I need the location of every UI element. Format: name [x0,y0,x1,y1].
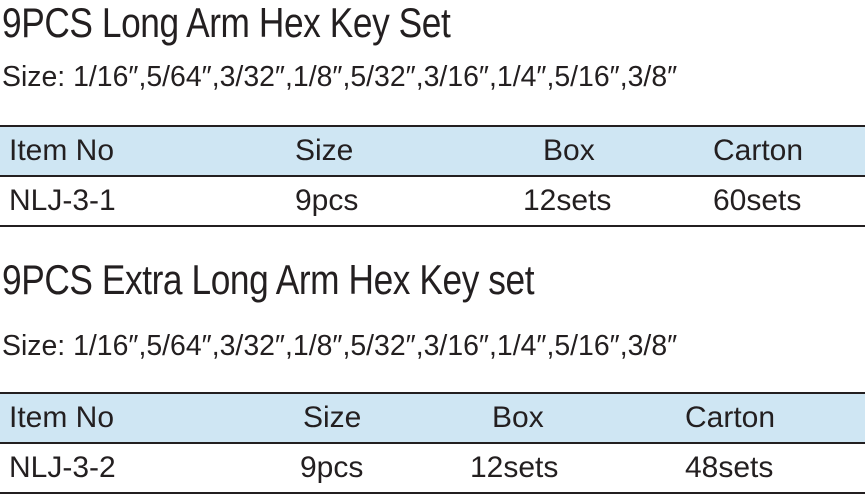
section-1-table: Item No Size Box Carton NLJ-3-1 9pcs 12s… [0,125,865,227]
header-size: Size [295,134,354,167]
header-carton: Carton [685,401,776,434]
cell-size: 9pcs [295,184,359,217]
header-box: Box [543,134,595,167]
header-box: Box [492,401,544,434]
section-1-sizes: Size: 1/16″,5/64″,3/32″,1/8″,5/32″,3/16″… [2,61,678,93]
cell-carton: 60sets [713,184,802,217]
section-2-table: Item No Size Box Carton NLJ-3-2 9pcs 12s… [0,392,865,494]
section-1-header-row: Item No Size Box Carton [0,125,865,177]
section-2-header-row: Item No Size Box Carton [0,392,865,444]
header-item-no: Item No [9,134,115,167]
cell-box: 12sets [470,451,559,484]
section-1-title: 9PCS Long Arm Hex Key Set [2,0,451,46]
header-size: Size [303,401,362,434]
cell-carton: 48sets [685,451,774,484]
cell-item-no: NLJ-3-1 [9,184,116,217]
table-row: NLJ-3-2 9pcs 12sets 48sets [0,443,865,494]
table-row: NLJ-3-1 9pcs 12sets 60sets [0,176,865,227]
cell-box: 12sets [523,184,612,217]
cell-size: 9pcs [300,451,364,484]
section-2-sizes: Size: 1/16″,5/64″,3/32″,1/8″,5/32″,3/16″… [2,330,678,362]
header-carton: Carton [713,134,804,167]
header-item-no: Item No [9,401,115,434]
section-2-title: 9PCS Extra Long Arm Hex Key set [2,256,535,303]
cell-item-no: NLJ-3-2 [9,451,116,484]
